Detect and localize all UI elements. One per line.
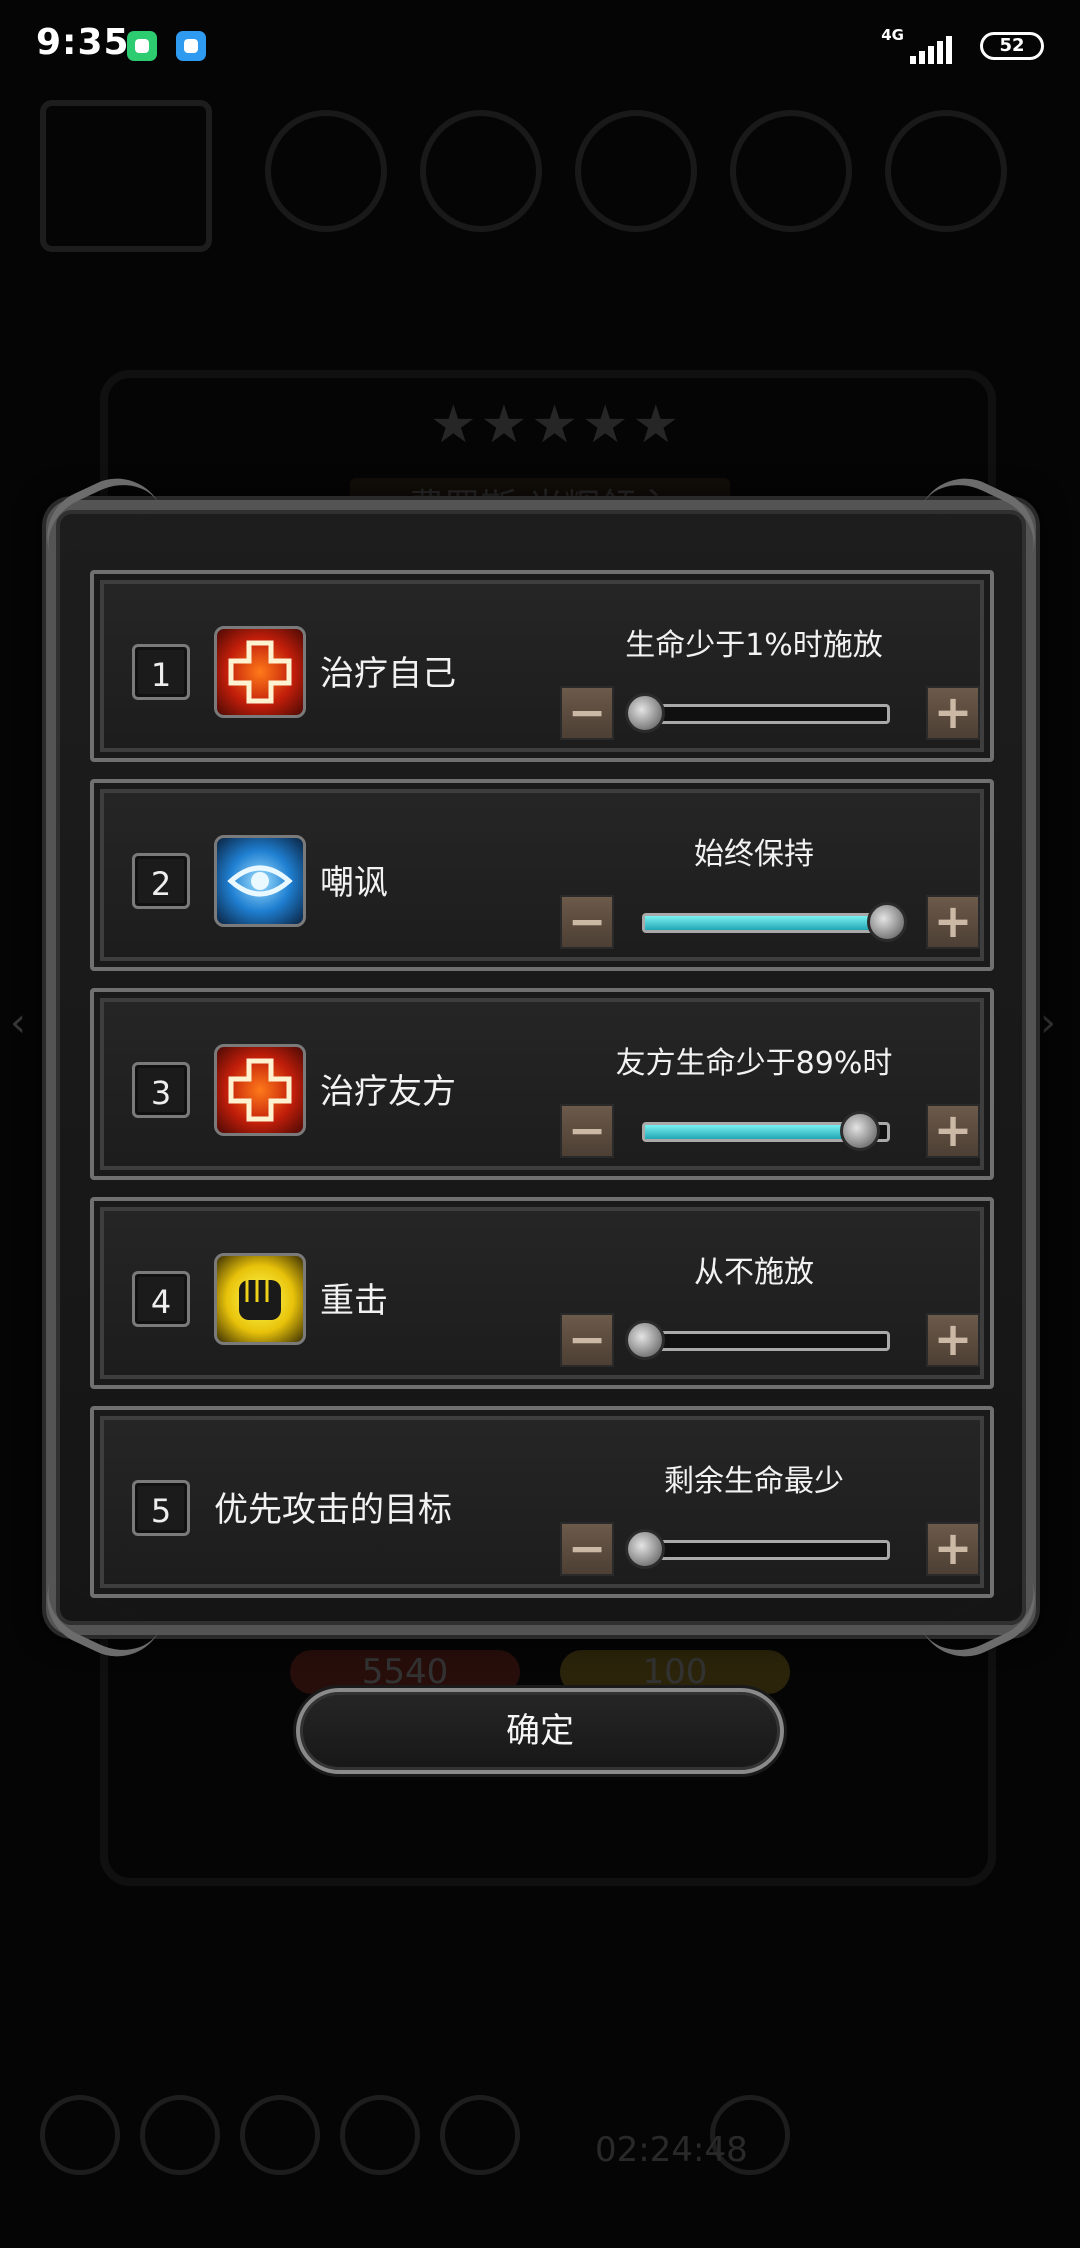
skill-row: 1 治疗自己 生命少于1%时施放 − + bbox=[90, 570, 994, 762]
network-type: 4G bbox=[881, 26, 904, 44]
cast-condition: 始终保持 bbox=[694, 837, 814, 872]
cast-condition: 生命少于1%时施放 bbox=[625, 628, 883, 663]
equipment-slot-icon bbox=[885, 110, 1007, 232]
skill-row: 2 嘲讽 始终保持 − + bbox=[90, 779, 994, 971]
confirm-button[interactable]: 确定 bbox=[296, 1688, 784, 1774]
status-bar: 9:35 4G 52 bbox=[0, 0, 1080, 95]
increase-button[interactable]: + bbox=[926, 1104, 980, 1158]
decrease-button[interactable]: − bbox=[560, 1313, 614, 1367]
condition-slider[interactable] bbox=[625, 693, 890, 733]
increase-button[interactable]: + bbox=[926, 1522, 980, 1576]
slider-thumb[interactable] bbox=[867, 902, 907, 942]
skill-settings-dialog: 1 治疗自己 生命少于1%时施放 − + 2 嘲讽 始终保持 − + 3 治疗友… bbox=[31, 462, 1051, 1673]
condition-slider[interactable] bbox=[625, 1529, 890, 1569]
equipment-slot-icon bbox=[265, 110, 387, 232]
skill-rows: 1 治疗自己 生命少于1%时施放 − + 2 嘲讽 始终保持 − + 3 治疗友… bbox=[90, 570, 994, 1615]
decrease-button[interactable]: − bbox=[560, 686, 614, 740]
cast-condition: 友方生命少于89%时 bbox=[615, 1046, 893, 1081]
nav-icon bbox=[340, 2095, 420, 2175]
decrease-button[interactable]: − bbox=[560, 1522, 614, 1576]
decrease-button[interactable]: − bbox=[560, 1104, 614, 1158]
event-timer: 02:24:48 bbox=[595, 2130, 748, 2170]
slider-fill bbox=[645, 1125, 861, 1139]
increase-button[interactable]: + bbox=[926, 895, 980, 949]
hero-stars: ★★★★★ bbox=[430, 395, 684, 455]
heal-cross-icon bbox=[214, 1044, 306, 1136]
skill-row: 5 优先攻击的目标 剩余生命最少 − + bbox=[90, 1406, 994, 1598]
skill-name: 重击 bbox=[320, 1281, 388, 1321]
signal-icon bbox=[910, 36, 954, 64]
nav-icon bbox=[440, 2095, 520, 2175]
slider-fill bbox=[645, 916, 887, 930]
next-hero-arrow-icon: › bbox=[1040, 1000, 1056, 1046]
equipment-slot-icon bbox=[730, 110, 852, 232]
increase-button[interactable]: + bbox=[926, 1313, 980, 1367]
row-number: 2 bbox=[132, 853, 190, 909]
slider-thumb[interactable] bbox=[840, 1111, 881, 1151]
taunt-eye-icon bbox=[214, 835, 306, 927]
slider-thumb[interactable] bbox=[625, 693, 665, 733]
cast-condition: 从不施放 bbox=[694, 1255, 814, 1290]
row-number: 5 bbox=[132, 1480, 190, 1536]
condition-slider[interactable] bbox=[642, 1111, 890, 1151]
skill-name: 治疗友方 bbox=[320, 1072, 456, 1112]
skill-name: 治疗自己 bbox=[320, 654, 456, 694]
row-number: 3 bbox=[132, 1062, 190, 1118]
security-app-icon bbox=[127, 31, 157, 61]
slider-thumb[interactable] bbox=[625, 1529, 665, 1569]
bottom-nav bbox=[30, 2095, 1050, 2185]
decrease-button[interactable]: − bbox=[560, 895, 614, 949]
target-condition: 剩余生命最少 bbox=[664, 1464, 844, 1499]
row-number: 4 bbox=[132, 1271, 190, 1327]
row-number: 1 bbox=[132, 644, 190, 700]
chat-app-icon bbox=[176, 31, 206, 61]
slider-thumb[interactable] bbox=[625, 1320, 665, 1360]
nav-icon bbox=[140, 2095, 220, 2175]
prev-hero-arrow-icon: ‹ bbox=[10, 1000, 26, 1046]
hero-portrait-frame bbox=[40, 100, 212, 252]
skill-name: 嘲讽 bbox=[320, 863, 388, 903]
battery-icon: 52 bbox=[980, 32, 1044, 60]
equipment-slot-icon bbox=[420, 110, 542, 232]
game-screen: ★★★★★ 费罗斯·光辉领主 5540 100 02:24:48 ‹ › 9:3… bbox=[0, 0, 1080, 2248]
skill-row: 4 重击 从不施放 − + bbox=[90, 1197, 994, 1389]
equipment-slot-icon bbox=[575, 110, 697, 232]
increase-button[interactable]: + bbox=[926, 686, 980, 740]
nav-icon bbox=[240, 2095, 320, 2175]
nav-icon bbox=[40, 2095, 120, 2175]
status-time: 9:35 bbox=[36, 22, 130, 63]
fist-icon bbox=[214, 1253, 306, 1345]
target-priority-label: 优先攻击的目标 bbox=[214, 1490, 452, 1530]
condition-slider[interactable] bbox=[625, 1320, 890, 1360]
condition-slider[interactable] bbox=[642, 902, 907, 942]
heal-cross-icon bbox=[214, 626, 306, 718]
skill-row: 3 治疗友方 友方生命少于89%时 − + bbox=[90, 988, 994, 1180]
status-indicators: 4G 52 bbox=[844, 26, 1044, 66]
